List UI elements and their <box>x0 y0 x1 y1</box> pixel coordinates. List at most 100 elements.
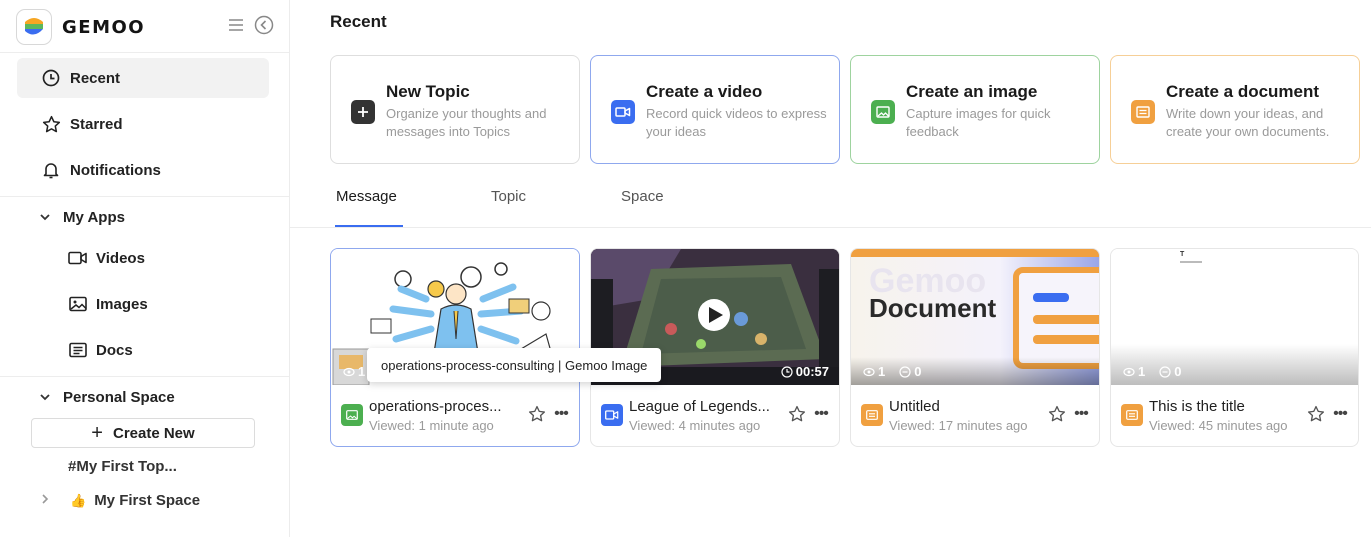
create-document-card[interactable]: Create a document Write down your ideas,… <box>1110 55 1360 164</box>
star-icon[interactable] <box>1047 404 1067 424</box>
doc-graphic-icon <box>1013 267 1099 369</box>
tab-message[interactable]: Message <box>336 188 397 205</box>
card-stats: 1 0 <box>863 364 921 379</box>
create-video-card[interactable]: Create a video Record quick videos to ex… <box>590 55 840 164</box>
item-name: Untitled <box>889 398 940 415</box>
recent-item-card[interactable]: Gemoo Document 1 0 Untitled Viewed: 17 m… <box>850 248 1100 447</box>
card-desc: Write down your ideas, and create your o… <box>1166 106 1330 139</box>
space-label: My First Space <box>94 492 201 509</box>
card-footer: This is the title Viewed: 45 minutes ago… <box>1111 387 1358 446</box>
card-footer: operations-proces... Viewed: 1 minute ag… <box>331 387 579 446</box>
video-icon <box>601 404 623 426</box>
star-icon <box>40 113 62 135</box>
doc-icon <box>1121 404 1143 426</box>
card-title: Create an image <box>906 82 1038 101</box>
comments-count: 0 <box>899 364 921 379</box>
more-options-icon[interactable]: ••• <box>551 404 571 424</box>
create-image-card[interactable]: Create an image Capture images for quick… <box>850 55 1100 164</box>
brand-name: GEMOO <box>62 16 146 38</box>
plus-icon <box>351 100 375 124</box>
card-footer: Untitled Viewed: 17 minutes ago ••• <box>851 387 1099 446</box>
views-count: 1 <box>343 364 365 379</box>
plus-icon: + <box>91 422 103 444</box>
create-new-button[interactable]: + Create New <box>31 418 255 448</box>
more-options-icon[interactable]: ••• <box>1330 404 1350 424</box>
sidebar-item-label: Videos <box>96 249 145 267</box>
tab-bar: Message Topic Space <box>290 185 1371 228</box>
item-meta: Viewed: 45 minutes ago <box>1149 418 1288 433</box>
card-desc: Organize your thoughts and messages into… <box>386 106 547 139</box>
my-apps-toggle[interactable]: My Apps <box>17 199 269 235</box>
sidebar-item-space[interactable]: 👍 My First Space <box>40 492 200 509</box>
sidebar-item-label: Docs <box>96 341 133 359</box>
item-name: League of Legends... <box>629 398 770 415</box>
collapse-sidebar-icon[interactable] <box>254 15 274 40</box>
eye-icon <box>1123 367 1135 376</box>
item-meta: Viewed: 1 minute ago <box>369 418 494 433</box>
card-stats: 1 <box>343 364 365 379</box>
doc-icon <box>861 404 883 426</box>
my-apps-label: My Apps <box>63 208 125 226</box>
video-icon <box>67 247 89 269</box>
nav-recent[interactable]: Recent <box>17 58 269 98</box>
nav-notifications[interactable]: Notifications <box>17 150 269 190</box>
card-footer: League of Legends... Viewed: 4 minutes a… <box>591 387 839 446</box>
duration-value: 00:57 <box>795 364 829 379</box>
logo-row: GEMOO <box>16 8 274 46</box>
sidebar-item-topic[interactable]: #My First Top... <box>68 458 177 475</box>
sidebar-item-videos[interactable]: Videos <box>17 238 269 278</box>
comment-icon <box>899 365 911 378</box>
views-count: 1 <box>1123 364 1145 379</box>
sidebar-item-images[interactable]: Images <box>17 284 269 324</box>
thumb-accent-bar <box>851 249 1099 257</box>
star-icon[interactable] <box>787 404 807 424</box>
gemoo-logo-icon[interactable] <box>16 9 52 45</box>
sidebar-divider <box>0 52 289 53</box>
recent-item-card[interactable]: T 1 0 This is the title Viewed: 45 minut… <box>1110 248 1359 447</box>
views-value: 1 <box>878 364 886 379</box>
more-options-icon[interactable]: ••• <box>811 404 831 424</box>
thumb-text-line <box>1180 261 1202 263</box>
comments-value: 0 <box>1174 364 1182 379</box>
image-icon <box>871 100 895 124</box>
nav-label: Recent <box>70 69 121 87</box>
personal-space-toggle[interactable]: Personal Space <box>17 379 269 415</box>
doc-thumbnail: T 1 0 <box>1111 249 1358 385</box>
menu-icon[interactable] <box>228 17 244 38</box>
more-options-icon[interactable]: ••• <box>1071 404 1091 424</box>
video-duration: 00:57 <box>781 364 829 379</box>
nav-starred[interactable]: Starred <box>17 104 269 144</box>
sidebar-divider <box>0 376 289 377</box>
tab-topic[interactable]: Topic <box>491 188 526 205</box>
new-topic-card[interactable]: New Topic Organize your thoughts and mes… <box>330 55 580 164</box>
item-tooltip: operations-process-consulting | Gemoo Im… <box>367 348 662 382</box>
card-title: Create a document <box>1166 82 1320 101</box>
comments-value: 0 <box>914 364 922 379</box>
nav-label: Starred <box>70 115 123 133</box>
page-title: Recent <box>330 12 387 31</box>
views-value: 1 <box>1138 364 1146 379</box>
chevron-down-icon <box>39 391 51 403</box>
card-stats: 1 0 <box>1123 364 1181 379</box>
sidebar-item-docs[interactable]: Docs <box>17 330 269 370</box>
active-tab-indicator <box>335 225 403 227</box>
comment-icon <box>1159 365 1171 378</box>
item-name: operations-proces... <box>369 398 502 415</box>
sidebar: GEMOO Recent Starred Notifications My Ap… <box>0 0 290 537</box>
star-icon[interactable] <box>1306 404 1326 424</box>
item-meta: Viewed: 4 minutes ago <box>629 418 761 433</box>
tab-space[interactable]: Space <box>621 188 664 205</box>
eye-icon <box>343 367 355 376</box>
item-name: This is the title <box>1149 398 1245 415</box>
sidebar-item-label: Images <box>96 295 148 313</box>
comments-count: 0 <box>1159 364 1181 379</box>
chevron-right-icon[interactable] <box>40 492 50 509</box>
eye-icon <box>863 367 875 376</box>
star-icon[interactable] <box>527 404 547 424</box>
video-icon <box>611 100 635 124</box>
nav-label: Notifications <box>70 161 161 179</box>
sidebar-divider <box>0 196 289 197</box>
doc-icon <box>67 339 89 361</box>
sidebar-header-actions <box>228 15 274 40</box>
card-desc: Record quick videos to express your idea… <box>646 106 827 139</box>
